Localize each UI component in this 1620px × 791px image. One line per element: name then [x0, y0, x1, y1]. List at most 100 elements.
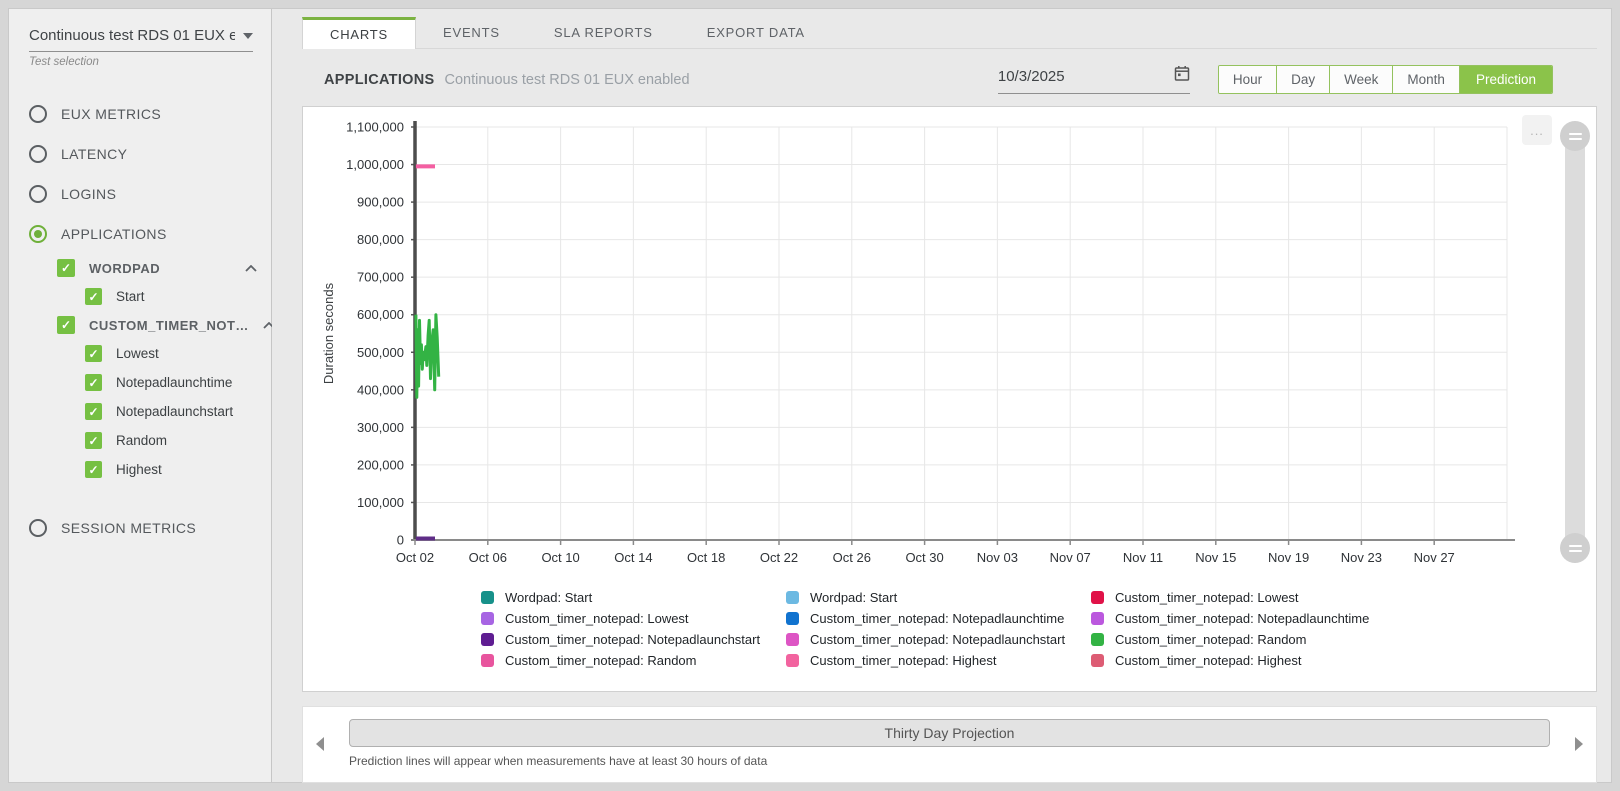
- tab-label: CHARTS: [330, 27, 388, 42]
- week-button[interactable]: Week: [1329, 66, 1392, 93]
- sidebar-item-notepadlaunchstart[interactable]: Notepadlaunchstart: [9, 397, 271, 426]
- svg-text:200,000: 200,000: [357, 457, 404, 472]
- tab-label: SLA REPORTS: [554, 25, 653, 40]
- legend-item[interactable]: Custom_timer_notepad: Random: [481, 650, 786, 670]
- sidebar-item-label: LATENCY: [61, 146, 127, 162]
- tab-events[interactable]: EVENTS: [416, 17, 527, 48]
- page-title: APPLICATIONS: [324, 72, 434, 88]
- checkbox-checked-icon[interactable]: [85, 461, 102, 478]
- projection-title-box[interactable]: Thirty Day Projection: [349, 719, 1550, 747]
- radio-unselected-icon[interactable]: [29, 105, 47, 123]
- legend-item[interactable]: Wordpad: Start: [786, 587, 1091, 607]
- legend-item[interactable]: Custom_timer_notepad: Notepadlaunchstart: [481, 629, 786, 649]
- scroll-right-button[interactable]: [1568, 737, 1590, 751]
- sidebar-group-custom-timer-notepad[interactable]: CUSTOM_TIMER_NOT…: [9, 311, 271, 339]
- checkbox-checked-icon[interactable]: [85, 345, 102, 362]
- button-label: Day: [1291, 72, 1315, 87]
- svg-text:Nov 19: Nov 19: [1268, 550, 1309, 565]
- legend-item[interactable]: Custom_timer_notepad: Notepadlaunchtime: [1091, 608, 1396, 628]
- legend-item[interactable]: Custom_timer_notepad: Highest: [786, 650, 1091, 670]
- svg-text:Oct 26: Oct 26: [833, 550, 871, 565]
- test-selection-caption: Test selection: [29, 52, 253, 68]
- sidebar-item-session-metrics[interactable]: SESSION METRICS: [9, 508, 271, 548]
- radio-unselected-icon[interactable]: [29, 519, 47, 537]
- legend-swatch-icon: [481, 591, 494, 604]
- slider-track[interactable]: [1565, 131, 1585, 553]
- legend-item-label: Custom_timer_notepad: Lowest: [1115, 590, 1299, 605]
- checkbox-checked-icon[interactable]: [85, 374, 102, 391]
- sidebar-item-label: SESSION METRICS: [61, 520, 196, 536]
- calendar-icon[interactable]: [1174, 65, 1190, 87]
- legend-item-label: Custom_timer_notepad: Random: [1115, 632, 1307, 647]
- sidebar-item-eux-metrics[interactable]: EUX METRICS: [9, 94, 271, 134]
- date-value: 10/3/2025: [998, 68, 1065, 85]
- triangle-left-icon: [316, 737, 324, 751]
- sidebar-item-logins[interactable]: LOGINS: [9, 174, 271, 214]
- sidebar-item-random[interactable]: Random: [9, 426, 271, 455]
- legend-column: Wordpad: StartCustom_timer_notepad: Note…: [786, 587, 1091, 670]
- chart-card: 0100,000200,000300,000400,000500,000600,…: [302, 106, 1597, 692]
- date-picker-field[interactable]: 10/3/2025: [998, 65, 1190, 94]
- legend-swatch-icon: [786, 654, 799, 667]
- checkbox-checked-icon[interactable]: [57, 259, 75, 277]
- legend-item[interactable]: Custom_timer_notepad: Lowest: [1091, 587, 1396, 607]
- chart-menu-button[interactable]: ...: [1522, 115, 1552, 145]
- checkbox-checked-icon[interactable]: [85, 432, 102, 449]
- checkbox-checked-icon[interactable]: [85, 403, 102, 420]
- svg-text:100,000: 100,000: [357, 495, 404, 510]
- prediction-button[interactable]: Prediction: [1459, 66, 1552, 93]
- legend-swatch-icon: [1091, 654, 1104, 667]
- test-selection-value: Continuous test RDS 01 EUX ena…: [29, 27, 235, 44]
- legend-column: Wordpad: StartCustom_timer_notepad: Lowe…: [481, 587, 786, 670]
- test-selection-row[interactable]: Continuous test RDS 01 EUX ena…: [29, 27, 253, 52]
- legend-item[interactable]: Custom_timer_notepad: Random: [1091, 629, 1396, 649]
- checkbox-checked-icon[interactable]: [85, 288, 102, 305]
- legend-item-label: Custom_timer_notepad: Random: [505, 653, 697, 668]
- sidebar-item-latency[interactable]: LATENCY: [9, 134, 271, 174]
- svg-text:0: 0: [397, 533, 404, 548]
- sidebar-item-applications[interactable]: APPLICATIONS: [9, 214, 271, 254]
- legend-item[interactable]: Custom_timer_notepad: Lowest: [481, 608, 786, 628]
- tab-label: EXPORT DATA: [707, 25, 805, 40]
- sidebar-item-highest[interactable]: Highest: [9, 455, 271, 484]
- svg-text:Oct 10: Oct 10: [541, 550, 579, 565]
- radio-unselected-icon[interactable]: [29, 185, 47, 203]
- legend-swatch-icon: [786, 591, 799, 604]
- leaf-label: Notepadlaunchtime: [116, 375, 232, 390]
- ellipsis-icon: ...: [1530, 123, 1544, 138]
- checkbox-checked-icon[interactable]: [57, 316, 75, 334]
- legend-item[interactable]: Custom_timer_notepad: Notepadlaunchtime: [786, 608, 1091, 628]
- svg-text:1,000,000: 1,000,000: [346, 157, 404, 172]
- drag-handle-icon: [1569, 138, 1582, 140]
- leaf-label: Start: [116, 289, 145, 304]
- hour-button[interactable]: Hour: [1219, 66, 1276, 93]
- app-window: Continuous test RDS 01 EUX ena… Test sel…: [8, 8, 1612, 783]
- sidebar-item-lowest[interactable]: Lowest: [9, 339, 271, 368]
- chevron-up-icon[interactable]: [245, 265, 257, 272]
- tab-export-data[interactable]: EXPORT DATA: [680, 17, 832, 48]
- svg-text:500,000: 500,000: [357, 345, 404, 360]
- radio-selected-icon[interactable]: [29, 225, 47, 243]
- sidebar-item-start[interactable]: Start: [9, 282, 271, 311]
- day-button[interactable]: Day: [1276, 66, 1329, 93]
- month-button[interactable]: Month: [1392, 66, 1459, 93]
- legend-item[interactable]: Custom_timer_notepad: Notepadlaunchstart: [786, 629, 1091, 649]
- tab-bar: CHARTS EVENTS SLA REPORTS EXPORT DATA: [302, 17, 1597, 49]
- sidebar-item-notepadlaunchtime[interactable]: Notepadlaunchtime: [9, 368, 271, 397]
- applications-duration-chart: 0100,000200,000300,000400,000500,000600,…: [311, 113, 1561, 573]
- button-label: Month: [1407, 72, 1445, 87]
- sidebar-group-wordpad[interactable]: WORDPAD: [9, 254, 271, 282]
- slider-handle-top[interactable]: [1560, 121, 1590, 151]
- legend-item[interactable]: Wordpad: Start: [481, 587, 786, 607]
- drag-handle-icon: [1569, 550, 1582, 552]
- tab-sla-reports[interactable]: SLA REPORTS: [527, 17, 680, 48]
- test-selection-dropdown[interactable]: Continuous test RDS 01 EUX ena… Test sel…: [9, 19, 271, 68]
- legend-item-label: Custom_timer_notepad: Notepadlaunchtime: [1115, 611, 1369, 626]
- radio-unselected-icon[interactable]: [29, 145, 47, 163]
- slider-handle-bottom[interactable]: [1560, 533, 1590, 563]
- svg-text:Duration seconds: Duration seconds: [321, 282, 336, 384]
- svg-text:Nov 11: Nov 11: [1123, 550, 1163, 565]
- scroll-left-button[interactable]: [309, 737, 331, 751]
- legend-item[interactable]: Custom_timer_notepad: Highest: [1091, 650, 1396, 670]
- tab-charts[interactable]: CHARTS: [302, 17, 416, 49]
